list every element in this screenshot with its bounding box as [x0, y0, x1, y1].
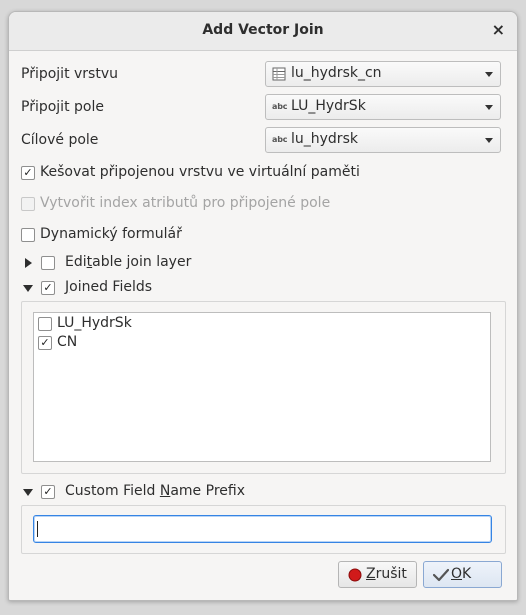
prefix-label: Custom Field Name Prefix: [65, 483, 245, 499]
close-icon[interactable]: ×: [492, 20, 505, 39]
add-vector-join-dialog: Add Vector Join × Připojit vrstvu lu_hyd…: [8, 11, 518, 601]
join-field-combo[interactable]: abc LU_HydrSk: [265, 94, 501, 120]
chevron-down-icon: [485, 138, 493, 143]
join-layer-combo[interactable]: lu_hydrsk_cn: [265, 61, 501, 87]
join-field-label: Připojit pole: [21, 99, 104, 115]
collapse-down-icon[interactable]: [23, 489, 33, 496]
collapse-down-icon[interactable]: [23, 285, 33, 292]
index-checkbox[interactable]: [21, 197, 35, 211]
prefix-checkbox[interactable]: ✓: [41, 485, 55, 499]
dialog-title: Add Vector Join: [202, 22, 324, 38]
field-checkbox[interactable]: [38, 317, 52, 331]
field-label: LU_HydrSk: [57, 315, 132, 331]
editable-join-label: Editable join layer: [65, 254, 192, 270]
text-field-icon: abc: [272, 102, 288, 111]
target-field-value: lu_hydrsk: [291, 131, 358, 147]
joined-fields-label: Joined Fields: [65, 279, 153, 295]
text-caret: [37, 521, 38, 537]
join-layer-value: lu_hydrsk_cn: [291, 65, 382, 81]
join-layer-label: Připojit vrstvu: [21, 66, 118, 82]
ok-button[interactable]: OK: [423, 561, 502, 588]
cancel-button[interactable]: Zrušit: [338, 561, 417, 588]
cancel-label: Zrušit: [366, 566, 407, 582]
target-field-label: Cílové pole: [21, 132, 99, 148]
table-icon: [272, 67, 286, 85]
index-label: Vytvořit index atributů pro připojené po…: [40, 195, 331, 211]
ok-icon: [432, 568, 450, 586]
cancel-icon: [348, 568, 362, 586]
joined-fields-list[interactable]: LU_HydrSk ✓ CN: [33, 312, 491, 462]
cache-checkbox[interactable]: ✓: [21, 166, 35, 180]
expand-right-icon[interactable]: [25, 258, 32, 268]
editable-join-checkbox[interactable]: [41, 256, 55, 270]
prefix-input[interactable]: [33, 515, 492, 543]
join-field-value: LU_HydrSk: [291, 98, 366, 114]
field-label: CN: [57, 334, 78, 350]
dynamic-form-checkbox[interactable]: [21, 228, 35, 242]
cache-label: Kešovat připojenou vrstvu ve virtuální p…: [40, 164, 360, 180]
titlebar: Add Vector Join ×: [9, 12, 517, 51]
ok-label: OK: [451, 566, 472, 582]
dynamic-form-label: Dynamický formulář: [40, 226, 182, 242]
target-field-combo[interactable]: abc lu_hydrsk: [265, 127, 501, 153]
chevron-down-icon: [485, 72, 493, 77]
text-field-icon: abc: [272, 135, 288, 144]
field-checkbox[interactable]: ✓: [38, 336, 52, 350]
chevron-down-icon: [485, 105, 493, 110]
joined-fields-checkbox[interactable]: ✓: [41, 281, 55, 295]
